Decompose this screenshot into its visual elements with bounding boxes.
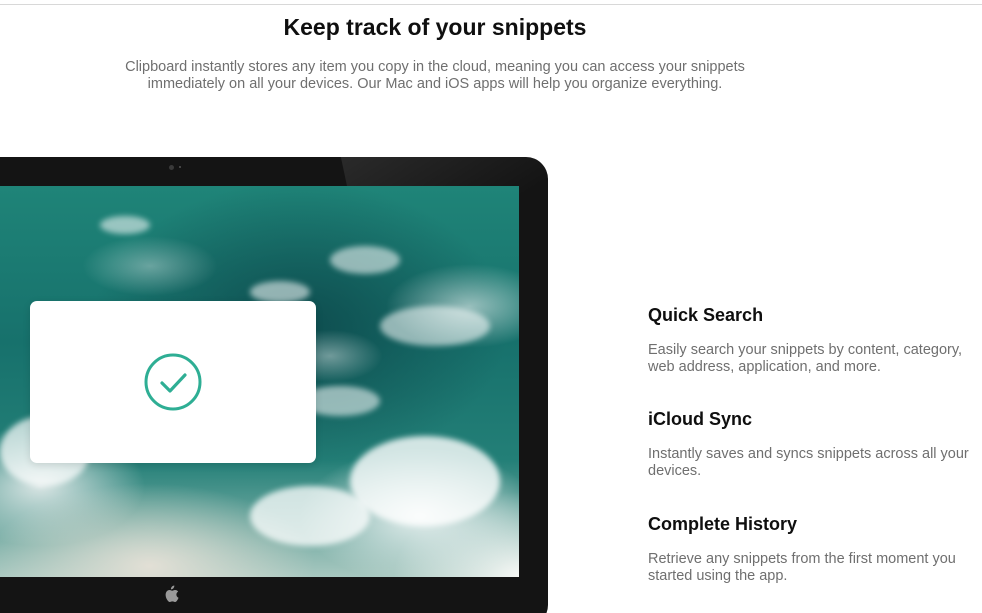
feature-title-complete-history: Complete History [648,514,798,534]
feature-title-quick-search: Quick Search [648,305,764,325]
section-subtitle: Clipboard instantly stores any item you … [125,59,745,92]
wave-foam [350,436,500,526]
wave-foam [380,306,490,346]
camera-sensor [179,166,181,168]
section-heading: Keep track of your snippets [283,14,587,40]
wave-foam [250,281,310,303]
wave-foam [330,246,400,274]
page: Keep track of your snippets Clipboard in… [0,0,982,613]
wave-foam [100,216,150,234]
wave-foam [250,486,370,546]
feature-title-icloud-sync: iCloud Sync [648,409,753,429]
feature-description-complete-history: Retrieve any snippets from the first mom… [648,551,956,584]
checkmark-circle-icon [144,353,202,411]
top-divider [0,4,982,5]
apple-icon [165,585,179,602]
camera-icon [169,165,174,170]
success-card [30,301,316,463]
feature-description-icloud-sync: Instantly saves and syncs snippets acros… [648,446,969,479]
feature-description-quick-search: Easily search your snippets by content, … [648,342,963,375]
